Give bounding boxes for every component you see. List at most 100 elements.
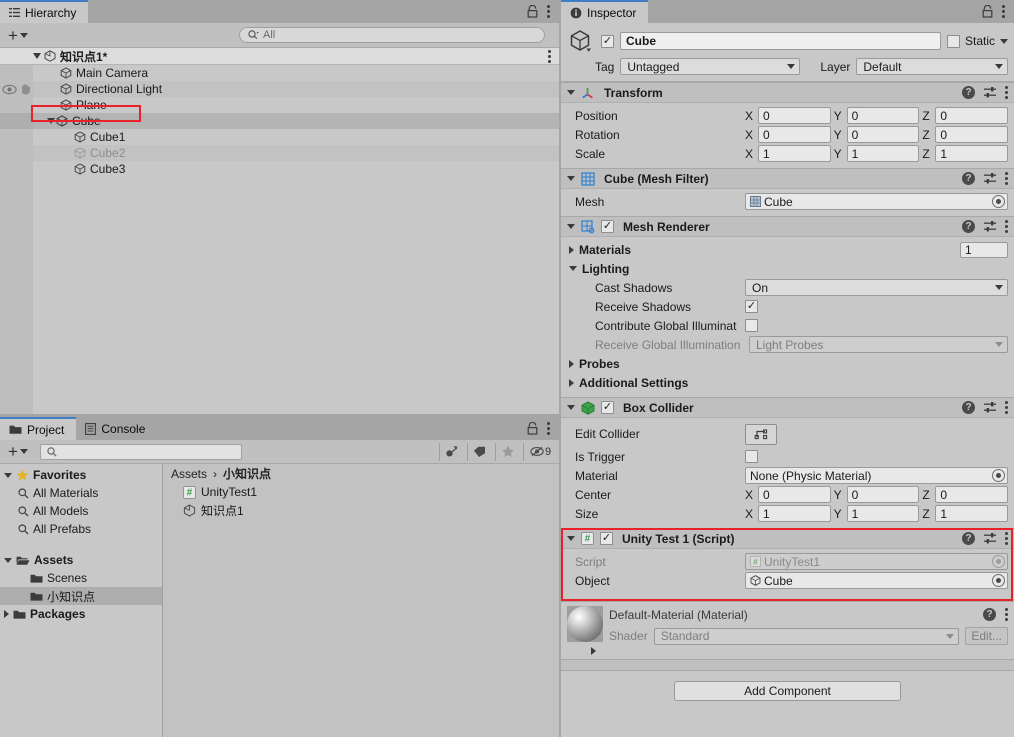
- receive-shadows-checkbox[interactable]: ✓: [745, 300, 758, 313]
- preset-icon[interactable]: [983, 172, 997, 185]
- help-icon[interactable]: ?: [962, 401, 975, 414]
- expand-right-icon[interactable]: [569, 245, 574, 254]
- expand-right-icon[interactable]: [569, 359, 574, 368]
- expand-down-icon[interactable]: [4, 472, 12, 478]
- lock-icon[interactable]: [982, 4, 993, 18]
- expand-down-icon[interactable]: [567, 405, 575, 410]
- hierarchy-menu-icon[interactable]: [547, 5, 550, 18]
- component-menu-icon[interactable]: [1005, 172, 1008, 185]
- component-header-box-collider[interactable]: ✓ Box Collider ?: [561, 397, 1014, 418]
- box-collider-enabled-checkbox[interactable]: ✓: [601, 401, 614, 414]
- lock-icon[interactable]: [527, 4, 538, 18]
- script-enabled-checkbox[interactable]: ✓: [600, 532, 613, 545]
- scene-menu-icon[interactable]: [548, 50, 551, 63]
- preset-icon[interactable]: [983, 401, 997, 414]
- scale-y-input[interactable]: 1: [846, 145, 920, 162]
- hierarchy-scene-row[interactable]: 知识点1*: [0, 48, 559, 65]
- filter-favorites-button[interactable]: [495, 442, 519, 461]
- static-checkbox[interactable]: ✓: [946, 34, 960, 48]
- foldout-additional-settings[interactable]: Additional Settings: [567, 373, 1008, 392]
- hidden-assets-toggle[interactable]: 9: [523, 442, 557, 461]
- physic-material-field[interactable]: None (Physic Material): [745, 467, 1008, 484]
- component-header-transform[interactable]: Transform ?: [561, 82, 1014, 103]
- center-z-input[interactable]: 0: [935, 486, 1009, 503]
- preset-icon[interactable]: [983, 532, 997, 545]
- material-menu-icon[interactable]: [1005, 608, 1008, 621]
- lock-icon[interactable]: [527, 421, 538, 435]
- tab-project[interactable]: Project: [0, 417, 77, 440]
- inspector-menu-icon[interactable]: [1002, 5, 1005, 18]
- expand-down-icon[interactable]: [567, 224, 575, 229]
- rotation-y-input[interactable]: 0: [846, 126, 920, 143]
- hierarchy-item-cube1[interactable]: Cube1: [0, 129, 559, 145]
- create-asset-button[interactable]: +: [6, 443, 30, 460]
- hierarchy-item-main-camera[interactable]: Main Camera: [0, 65, 559, 81]
- object-enabled-checkbox[interactable]: ✓: [601, 34, 614, 48]
- hierarchy-item-cube3[interactable]: Cube3: [0, 161, 559, 177]
- object-picker-icon[interactable]: [992, 574, 1005, 587]
- project-tree-all-materials[interactable]: All Materials: [0, 484, 162, 502]
- eye-icon[interactable]: [2, 84, 17, 95]
- is-trigger-checkbox[interactable]: ✓: [745, 450, 758, 463]
- project-tree-packages[interactable]: Packages: [0, 605, 162, 623]
- size-y-input[interactable]: 1: [846, 505, 920, 522]
- contribute-gi-checkbox[interactable]: ✓: [745, 319, 758, 332]
- project-tree-xiaozhishidian[interactable]: 小知识点: [0, 587, 162, 605]
- hierarchy-item-plane[interactable]: Plane: [0, 97, 559, 113]
- preset-icon[interactable]: [983, 220, 997, 233]
- scale-z-input[interactable]: 1: [935, 145, 1009, 162]
- expand-down-icon[interactable]: [4, 557, 12, 563]
- hierarchy-item-directional-light[interactable]: Directional Light: [0, 81, 559, 97]
- project-tree-all-models[interactable]: All Models: [0, 502, 162, 520]
- preset-icon[interactable]: [983, 86, 997, 99]
- hierarchy-item-cube[interactable]: Cube: [0, 113, 559, 129]
- project-tree-scenes[interactable]: Scenes: [0, 569, 162, 587]
- static-toggle-group[interactable]: ✓ Static: [946, 34, 1008, 48]
- center-y-input[interactable]: 0: [846, 486, 920, 503]
- project-search-input[interactable]: [39, 443, 243, 460]
- hierarchy-search-input[interactable]: All: [239, 27, 545, 43]
- gameobject-icon[interactable]: [569, 29, 595, 53]
- help-icon[interactable]: ?: [962, 220, 975, 233]
- position-y-input[interactable]: 0: [846, 107, 920, 124]
- position-x-input[interactable]: 0: [758, 107, 831, 124]
- expand-down-icon[interactable]: [567, 90, 575, 95]
- expand-down-icon[interactable]: [567, 176, 575, 181]
- rotation-x-input[interactable]: 0: [758, 126, 831, 143]
- tag-dropdown[interactable]: Untagged: [620, 58, 801, 75]
- help-icon[interactable]: ?: [962, 172, 975, 185]
- project-tree-all-prefabs[interactable]: All Prefabs: [0, 520, 162, 538]
- size-z-input[interactable]: 1: [935, 505, 1009, 522]
- expand-right-icon[interactable]: [4, 610, 9, 618]
- filter-by-type-button[interactable]: [439, 442, 463, 461]
- chevron-down-icon[interactable]: [1000, 38, 1008, 44]
- tab-hierarchy[interactable]: Hierarchy: [0, 0, 89, 23]
- component-menu-icon[interactable]: [1005, 86, 1008, 99]
- add-component-button[interactable]: Add Component: [674, 681, 901, 701]
- component-menu-icon[interactable]: [1005, 532, 1008, 545]
- expand-down-icon[interactable]: [569, 266, 577, 271]
- foldout-materials[interactable]: Materials 1: [567, 240, 1008, 259]
- object-name-field[interactable]: Cube: [620, 32, 941, 50]
- project-tree-assets[interactable]: Assets: [0, 551, 162, 569]
- mesh-object-field[interactable]: Cube: [745, 193, 1008, 210]
- help-icon[interactable]: ?: [962, 532, 975, 545]
- foldout-probes[interactable]: Probes: [567, 354, 1008, 373]
- object-reference-field[interactable]: Cube: [745, 572, 1008, 589]
- component-header-unity-test-1[interactable]: # ✓ Unity Test 1 (Script) ?: [561, 528, 1014, 549]
- object-picker-icon[interactable]: [992, 195, 1005, 208]
- cube-expand-icon[interactable]: [47, 118, 55, 124]
- project-tree-favorites[interactable]: Favorites: [0, 466, 162, 484]
- layer-dropdown[interactable]: Default: [856, 58, 1008, 75]
- help-icon[interactable]: ?: [983, 608, 996, 621]
- tab-inspector[interactable]: Inspector: [561, 0, 649, 23]
- size-x-input[interactable]: 1: [758, 505, 831, 522]
- rotation-z-input[interactable]: 0: [935, 126, 1009, 143]
- scene-expand-icon[interactable]: [33, 53, 41, 59]
- edit-collider-button[interactable]: [745, 423, 777, 445]
- asset-item-zhishidian1[interactable]: 知识点1: [163, 501, 559, 519]
- component-header-mesh-filter[interactable]: Cube (Mesh Filter) ?: [561, 168, 1014, 189]
- mesh-renderer-enabled-checkbox[interactable]: ✓: [601, 220, 614, 233]
- center-x-input[interactable]: 0: [758, 486, 831, 503]
- cast-shadows-dropdown[interactable]: On: [745, 279, 1008, 296]
